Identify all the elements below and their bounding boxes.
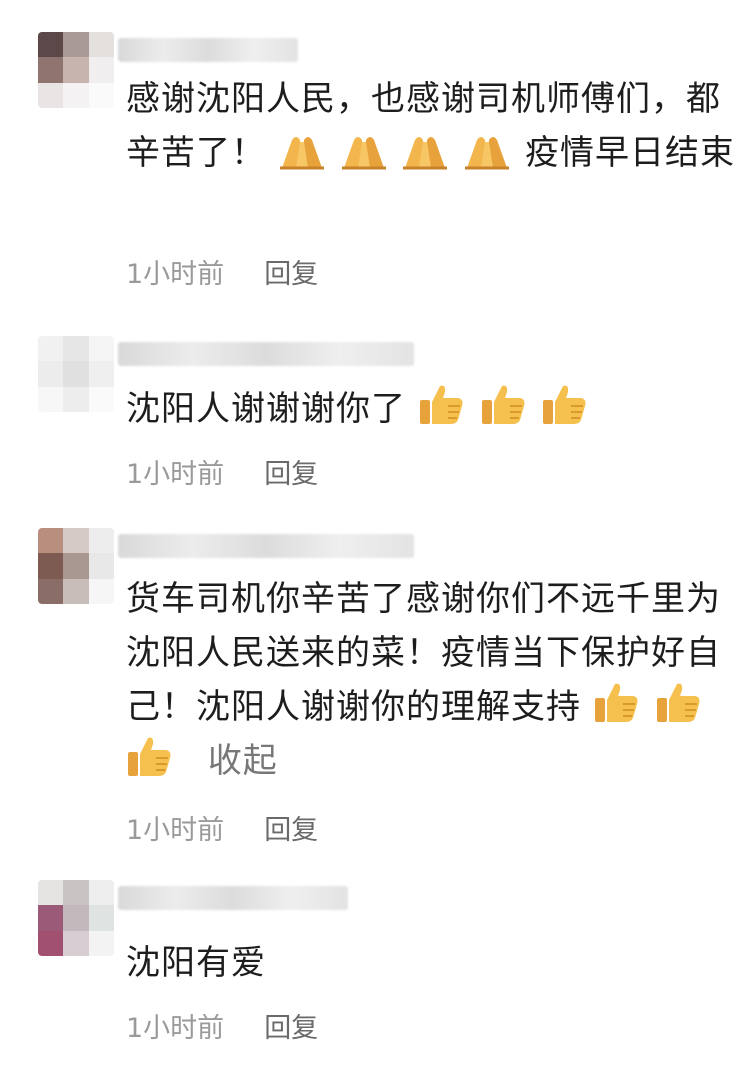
comment-text-tail: 疫情早日结束 [525, 133, 736, 173]
comment-text: 货车司机你辛苦了感谢你们不远千里为沈阳人民送来的菜！疫情当下保护好自己！沈阳人谢… [126, 572, 736, 788]
comment-meta: 1小时前 回复 [126, 252, 318, 291]
avatar[interactable] [38, 880, 114, 956]
avatar[interactable] [38, 528, 114, 604]
comment-meta: 1小时前 回复 [126, 452, 318, 491]
comment-meta: 1小时前 回复 [126, 808, 318, 847]
timestamp: 1小时前 [126, 459, 225, 490]
comment-text: 沈阳有爱 [126, 936, 736, 990]
folded-hands-icon [403, 137, 448, 170]
thumbs-up-icon [594, 683, 638, 722]
comment-text: 感谢沈阳人民，也感谢司机师傅们，都辛苦了！ 疫情早日结束 [126, 72, 736, 180]
thumbs-up-icon [419, 385, 463, 424]
folded-hands-icon [465, 137, 510, 170]
folded-hands-icon [341, 137, 386, 170]
emoji-group [278, 133, 525, 173]
thumbs-up-icon [128, 737, 171, 776]
username-blurred[interactable] [118, 886, 348, 910]
thumbs-up-icon [656, 683, 700, 722]
reply-button[interactable]: 回复 [264, 1013, 318, 1044]
avatar[interactable] [38, 336, 114, 412]
username-blurred[interactable] [118, 38, 298, 62]
avatar[interactable] [38, 32, 114, 108]
collapse-button[interactable]: 收起 [208, 741, 278, 781]
reply-button[interactable]: 回复 [264, 815, 318, 846]
comment-text: 沈阳人谢谢谢你了 [126, 382, 736, 436]
comment-text-main: 沈阳人谢谢谢你了 [126, 389, 406, 429]
timestamp: 1小时前 [126, 815, 225, 846]
comment-text-main: 沈阳有爱 [126, 943, 266, 983]
timestamp: 1小时前 [126, 1013, 225, 1044]
emoji-group [418, 385, 592, 429]
thumbs-up-icon [543, 385, 586, 424]
folded-hands-icon [279, 137, 324, 170]
thumbs-up-icon [481, 385, 525, 424]
timestamp: 1小时前 [126, 259, 225, 290]
reply-button[interactable]: 回复 [264, 459, 318, 490]
reply-button[interactable]: 回复 [264, 259, 318, 290]
username-blurred[interactable] [118, 342, 414, 366]
username-blurred[interactable] [118, 534, 414, 558]
comment-meta: 1小时前 回复 [126, 1006, 318, 1045]
